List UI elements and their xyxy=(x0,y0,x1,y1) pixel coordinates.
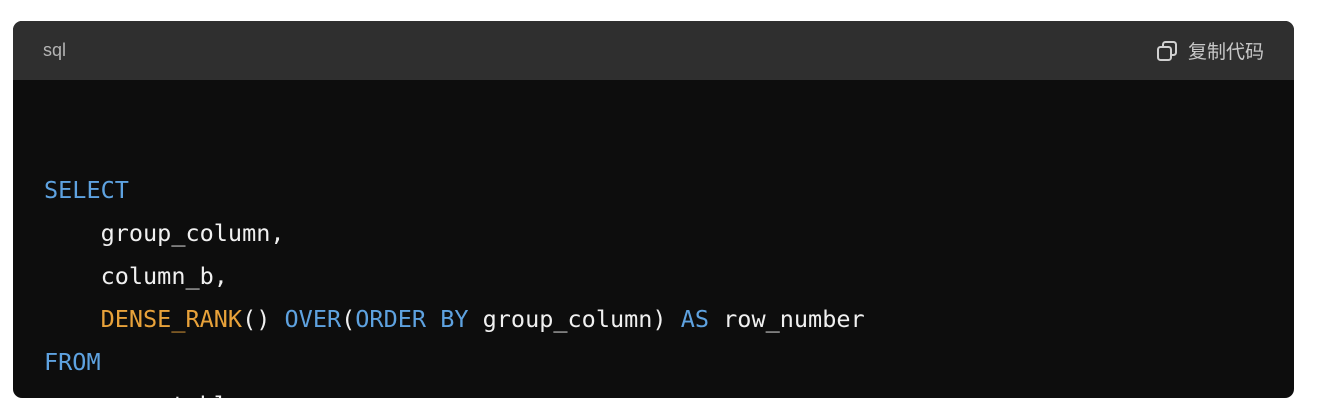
code-line: your_table; xyxy=(44,390,257,398)
code-line: group_column, xyxy=(44,218,285,248)
copy-icon xyxy=(1155,39,1179,63)
code-keyword: ORDER xyxy=(355,305,427,333)
language-label: sql xyxy=(43,40,67,60)
code-block: sql 复制代码 SELECT group_column, column_b, … xyxy=(13,21,1294,398)
code-keyword: SELECT xyxy=(44,176,129,204)
code-function: DENSE_RANK xyxy=(100,305,243,333)
code-text: your_table; xyxy=(44,391,257,398)
code-keyword: OVER xyxy=(284,305,342,333)
code-text: ( xyxy=(341,305,356,333)
code-line: FROM xyxy=(44,347,101,377)
code-text: group_column) xyxy=(468,305,681,333)
code-text: () xyxy=(242,305,285,333)
copy-code-button[interactable]: 复制代码 xyxy=(1155,37,1264,64)
code-keyword: FROM xyxy=(44,348,101,376)
code-line: DENSE_RANK() OVER(ORDER BY group_column)… xyxy=(44,304,865,334)
code-body: SELECT group_column, column_b, DENSE_RAN… xyxy=(13,80,1294,398)
code-keyword: BY xyxy=(440,305,469,333)
code-keyword: AS xyxy=(680,305,710,333)
code-header: sql 复制代码 xyxy=(13,21,1294,80)
code-line: column_b, xyxy=(44,261,228,291)
code-text: group_column, xyxy=(44,219,285,247)
copy-code-label: 复制代码 xyxy=(1187,41,1264,63)
code-line: SELECT xyxy=(44,175,129,205)
code-text: column_b, xyxy=(44,262,228,290)
code-text: row_number xyxy=(709,305,865,333)
